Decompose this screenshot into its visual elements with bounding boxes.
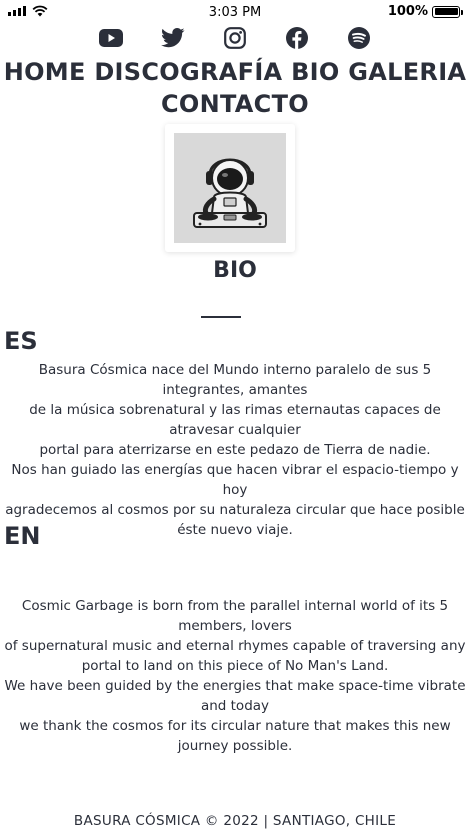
bio-divider: [201, 316, 241, 318]
bio-es-line: de la música sobrenatural y las rimas et…: [29, 402, 441, 438]
main-nav: HOME DISCOGRAFÍA BIO GALERIA CONTACTO: [0, 56, 470, 120]
bio-en-line: we thank the cosmos for its circular nat…: [19, 718, 451, 754]
bio-en-line: Cosmic Garbage is born from the parallel…: [21, 598, 449, 634]
bio-es-line: portal para aterrizarse en este pedazo d…: [39, 442, 431, 458]
bio-es-line: agradecemos al cosmos por su naturaleza …: [5, 502, 465, 538]
nav-contacto[interactable]: CONTACTO: [161, 90, 309, 118]
instagram-icon[interactable]: [223, 26, 247, 50]
nav-bio[interactable]: BIO: [291, 58, 340, 86]
youtube-icon[interactable]: [99, 26, 123, 50]
nav-discografia[interactable]: DISCOGRAFÍA: [94, 58, 282, 86]
bio-en-text: Cosmic Garbage is born from the parallel…: [0, 596, 470, 756]
logo-card[interactable]: [165, 124, 295, 252]
social-links: [0, 26, 470, 50]
nav-galeria[interactable]: GALERIA: [348, 58, 466, 86]
nav-home[interactable]: HOME: [4, 58, 86, 86]
facebook-icon[interactable]: [285, 26, 309, 50]
status-bar: 3:03 PM 100%: [0, 0, 470, 26]
astronaut-dj-icon: [193, 158, 267, 228]
en-label: EN: [4, 522, 41, 550]
bio-es-text: Basura Cósmica nace del Mundo interno pa…: [0, 360, 470, 540]
band-logo: [174, 133, 286, 243]
bio-en-line: We have been guided by the energies that…: [4, 678, 466, 714]
spotify-icon[interactable]: [347, 26, 371, 50]
battery-percent: 100%: [387, 4, 428, 19]
twitter-icon[interactable]: [161, 26, 185, 50]
bio-en-line: portal to land on this piece of No Man's…: [81, 658, 389, 674]
footer: BASURA CÓSMICA © 2022 | SANTIAGO, CHILE: [73, 813, 397, 829]
bio-es-line: Nos han guiado las energías que hacen vi…: [11, 462, 459, 498]
bio-en-line: of supernatural music and eternal rhymes…: [4, 638, 466, 654]
bio-title: BIO: [213, 258, 257, 283]
es-label: ES: [4, 327, 38, 355]
bio-es-line: Basura Cósmica nace del Mundo interno pa…: [38, 362, 432, 398]
battery-icon: [432, 5, 463, 18]
status-right: 100%: [387, 4, 463, 19]
